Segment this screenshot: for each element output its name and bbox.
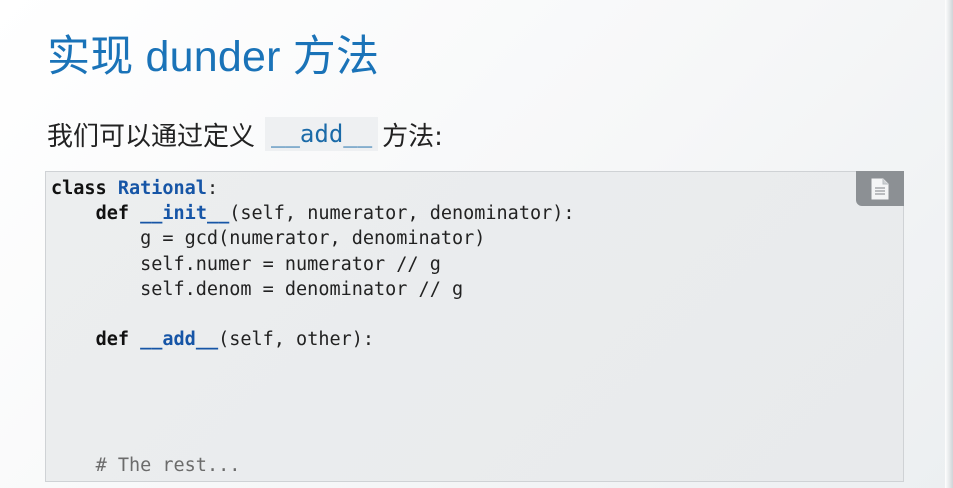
inline-code-add: __add__: [265, 117, 379, 151]
class-name: Rational: [117, 178, 207, 199]
code-lines: class Rational: def __init__(self, numer…: [51, 176, 575, 478]
code-comment: # The rest...: [95, 455, 241, 477]
code-block: class Rational: def __init__(self, numer…: [45, 171, 904, 482]
keyword: def: [95, 203, 141, 225]
code-line: class Rational:: [51, 178, 219, 199]
keyword: class: [51, 178, 118, 199]
slide-edge-shadow: [945, 0, 953, 488]
code-line: def __add__(self, other):: [95, 329, 375, 351]
keyword: def: [95, 329, 141, 351]
code-line: self.numer = numerator // g: [140, 253, 441, 275]
subtitle-text-after: 方法:: [382, 121, 443, 152]
slide-subtitle: 我们可以通过定义 __add__ 方法:: [47, 114, 443, 154]
code-line: # The rest...: [51, 453, 575, 478]
code-line: self.denom = denominator // g: [140, 278, 464, 300]
subtitle-text-before: 我们可以通过定义: [47, 121, 256, 152]
copy-code-button[interactable]: [856, 171, 904, 206]
code-line: def __init__(self, numerator, denominato…: [95, 203, 575, 225]
function-name: __add__: [140, 329, 219, 351]
copy-document-icon: [871, 178, 889, 199]
slide-title: 实现 dunder 方法: [47, 33, 380, 81]
code-line: g = gcd(numerator, denominator): [140, 228, 486, 250]
function-name: __init__: [140, 203, 230, 225]
